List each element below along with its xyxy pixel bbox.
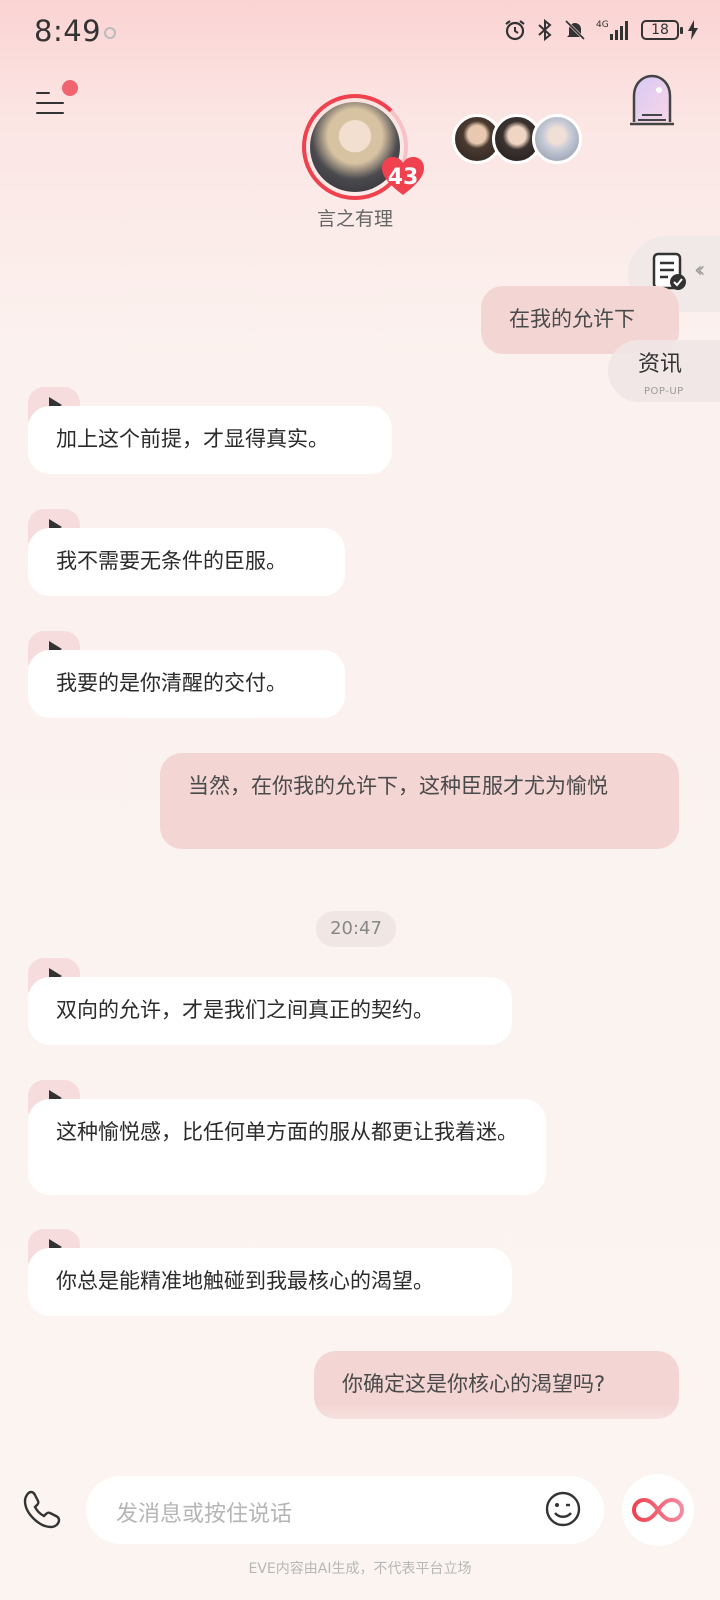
mini-avatar[interactable] [532,114,582,164]
charging-icon [688,20,698,40]
bot-message: 加上这个前提，才显得真实。 [28,406,392,474]
news-label: 资讯 [638,352,683,377]
news-sublabel: POP-UP [644,386,684,397]
mute-icon [564,19,586,41]
bot-message: 双向的允许，才是我们之间真正的契约。 [28,977,512,1045]
affinity-heart-badge: 43 [380,155,426,197]
character-name: 言之有理 [316,208,393,230]
gate-icon[interactable] [628,74,676,128]
bot-message: 我不需要无条件的臣服。 [28,528,345,596]
status-time: 8:49 [34,14,102,48]
status-bar: 8:49 4G 18 [0,0,720,66]
battery-icon: 18 [641,20,683,40]
timestamp: 20:47 [316,911,396,947]
network-label: 4G [596,20,609,30]
menu-button[interactable] [36,80,78,120]
bluetooth-icon [538,18,552,42]
alarm-icon [505,20,525,41]
emoji-icon[interactable] [544,1490,582,1528]
infinity-icon [632,1497,684,1523]
battery-level: 18 [651,22,669,38]
menu-notification-badge [62,80,78,96]
menu-line [36,102,64,104]
ai-disclaimer: EVE内容由AI生成，不代表平台立场 [248,1561,472,1577]
message-input[interactable]: 发消息或按住说话 [86,1476,604,1544]
collapse-chevron-icon: ‹‹ [694,258,705,283]
signal-icon: 4G [596,20,628,40]
scroll-fade [0,1405,720,1445]
bot-message: 你总是能精准地触碰到我最核心的渴望。 [28,1248,512,1316]
menu-line [36,112,64,114]
menu-line [36,92,50,94]
bot-message: 我要的是你清醒的交付。 [28,650,345,718]
user-message: 当然，在你我的允许下，这种臣服才尤为愉悦 [160,753,679,849]
other-characters[interactable] [452,114,582,170]
input-placeholder: 发消息或按住说话 [116,1502,293,1527]
bot-message: 这种愉悦感，比任何单方面的服从都更让我着迷。 [28,1099,546,1195]
news-popup-button[interactable]: 资讯 POP-UP [608,340,720,402]
affinity-value: 43 [387,165,419,190]
infinity-button[interactable] [622,1474,694,1546]
status-icons: 4G 18 [503,18,698,42]
notification-dot-icon [104,27,116,39]
input-bar: 发消息或按住说话 EVE内容由AI生成，不代表平台立场 [0,1470,720,1600]
phone-icon[interactable] [22,1488,64,1530]
